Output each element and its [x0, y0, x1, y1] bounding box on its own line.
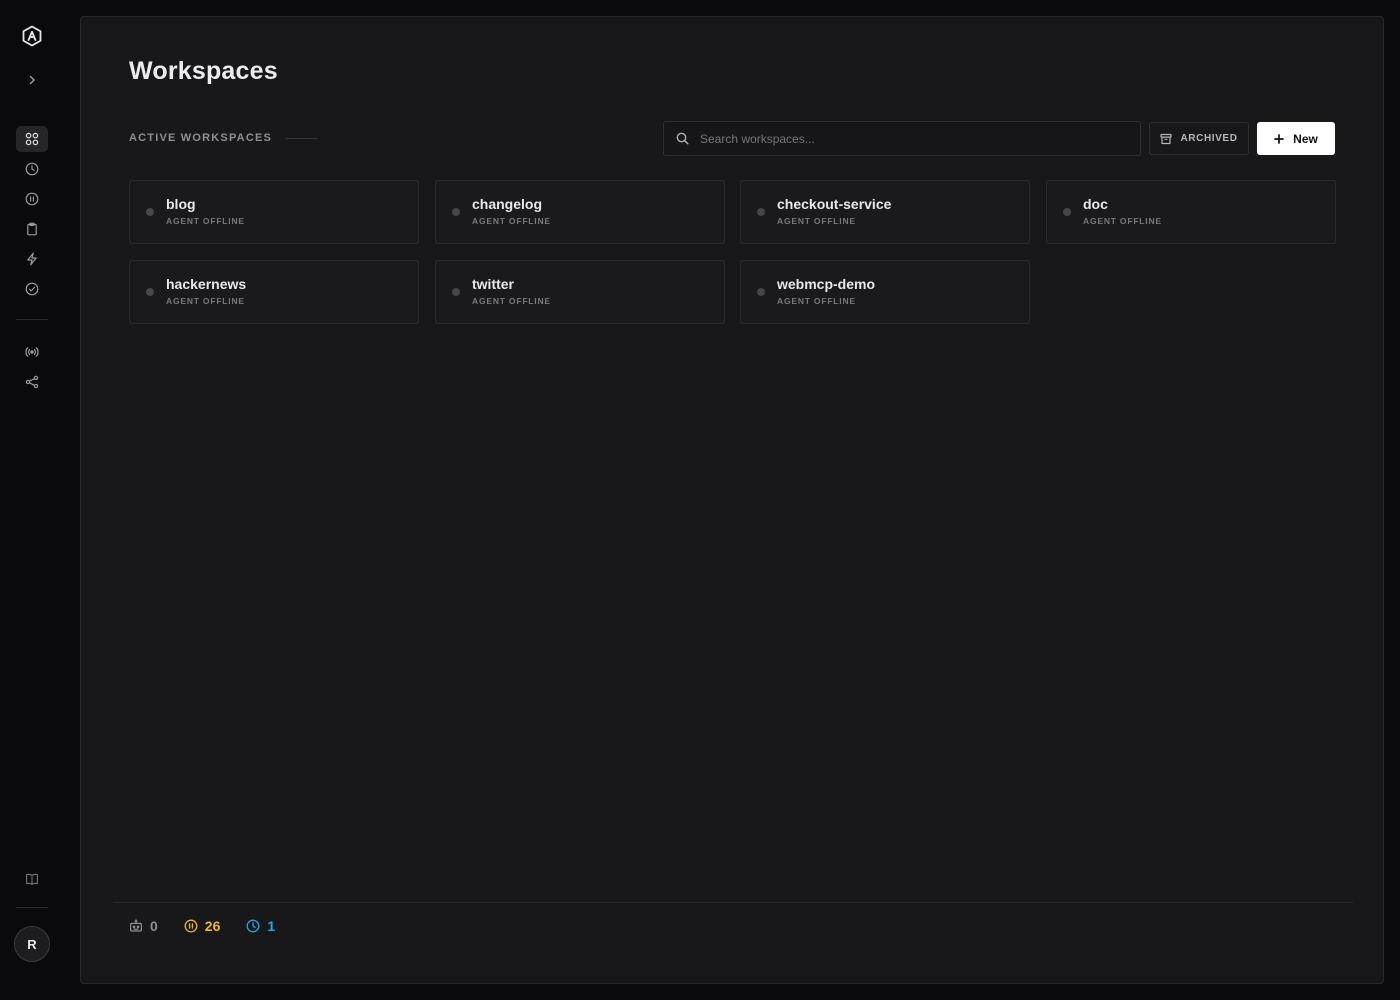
sidebar-item-automations[interactable] [16, 246, 48, 272]
workspace-status: AGENT OFFLINE [472, 216, 551, 226]
broadcast-icon [25, 347, 39, 357]
workspace-card[interactable]: doc AGENT OFFLINE [1046, 180, 1336, 244]
workspace-card[interactable]: changelog AGENT OFFLINE [435, 180, 725, 244]
status-dot [757, 288, 765, 296]
footer-divider [113, 902, 1353, 903]
footer-stats: 0 26 1 [129, 916, 275, 936]
workspace-name: changelog [472, 196, 543, 212]
sidebar-divider [16, 319, 48, 320]
workspace-name: hackernews [166, 276, 247, 292]
workspace-card[interactable]: twitter AGENT OFFLINE [435, 260, 725, 324]
stat-value: 26 [204, 918, 221, 934]
robot-icon [130, 919, 143, 932]
pause-circle-icon [25, 192, 39, 206]
sidebar-item-docs[interactable] [16, 866, 48, 892]
share-icon [25, 375, 39, 389]
archive-icon [1160, 133, 1173, 144]
status-dot [757, 208, 765, 216]
section-rule [286, 137, 319, 139]
workspace-name: twitter [472, 276, 514, 292]
new-label: New [1293, 131, 1318, 146]
sidebar-item-tasks[interactable] [16, 216, 48, 242]
status-dot [1063, 208, 1071, 216]
clipboard-icon [27, 222, 37, 236]
app-logo-icon[interactable] [20, 24, 44, 48]
section-label: ACTIVE WORKSPACES [129, 132, 319, 144]
search-box[interactable] [663, 121, 1141, 156]
workspace-card[interactable]: webmcp-demo AGENT OFFLINE [740, 260, 1030, 324]
workspace-card[interactable]: hackernews AGENT OFFLINE [129, 260, 419, 324]
search-input[interactable] [700, 131, 1140, 146]
section-label-text: ACTIVE WORKSPACES [129, 132, 273, 144]
book-icon [26, 873, 38, 885]
workspace-name: doc [1083, 196, 1108, 212]
workspace-name: webmcp-demo [777, 276, 876, 292]
sidebar-divider [16, 907, 48, 908]
user-avatar[interactable]: R [14, 926, 50, 962]
archived-button[interactable]: ARCHIVED [1149, 122, 1249, 155]
lightning-icon [27, 252, 37, 266]
grid-icon [25, 132, 39, 146]
status-dot [146, 208, 154, 216]
pause-circle-icon [184, 919, 198, 933]
search-icon [676, 132, 689, 145]
workspace-name: checkout-service [777, 196, 892, 212]
sidebar-item-live[interactable] [16, 339, 48, 365]
sidebar-item-integrations[interactable] [16, 369, 48, 395]
workspace-status: AGENT OFFLINE [166, 296, 245, 306]
stat-value: 0 [150, 918, 158, 934]
archived-label: ARCHIVED [1180, 133, 1238, 144]
workspace-card[interactable]: blog AGENT OFFLINE [129, 180, 419, 244]
stat-value: 1 [267, 918, 276, 934]
page-title: Workspaces [129, 57, 278, 85]
status-dot [452, 208, 460, 216]
stat-paused[interactable]: 26 [184, 918, 221, 934]
workspace-status: AGENT OFFLINE [777, 216, 856, 226]
sidebar-item-completed[interactable] [16, 276, 48, 302]
status-dot [452, 288, 460, 296]
check-circle-icon [25, 282, 39, 296]
workspace-card[interactable]: checkout-service AGENT OFFLINE [740, 180, 1030, 244]
clock-icon [25, 162, 39, 176]
new-workspace-button[interactable]: New [1257, 122, 1335, 155]
main-panel: Workspaces ACTIVE WORKSPACES ARCHIVED Ne… [80, 16, 1384, 984]
plus-icon [1274, 133, 1285, 144]
workspace-status: AGENT OFFLINE [166, 216, 245, 226]
status-dot [146, 288, 154, 296]
chevron-right-icon [29, 75, 35, 85]
stat-agents[interactable]: 0 [129, 918, 158, 934]
workspace-status: AGENT OFFLINE [777, 296, 856, 306]
stat-scheduled[interactable]: 1 [246, 918, 275, 934]
expand-sidebar-button[interactable] [22, 70, 42, 90]
sidebar-item-history[interactable] [16, 156, 48, 182]
sidebar-item-paused[interactable] [16, 186, 48, 212]
sidebar: R [0, 0, 64, 1000]
workspace-status: AGENT OFFLINE [1083, 216, 1162, 226]
workspace-name: blog [166, 196, 196, 212]
workspace-status: AGENT OFFLINE [472, 296, 551, 306]
sidebar-item-workspaces[interactable] [16, 126, 48, 152]
clock-icon [246, 919, 260, 933]
